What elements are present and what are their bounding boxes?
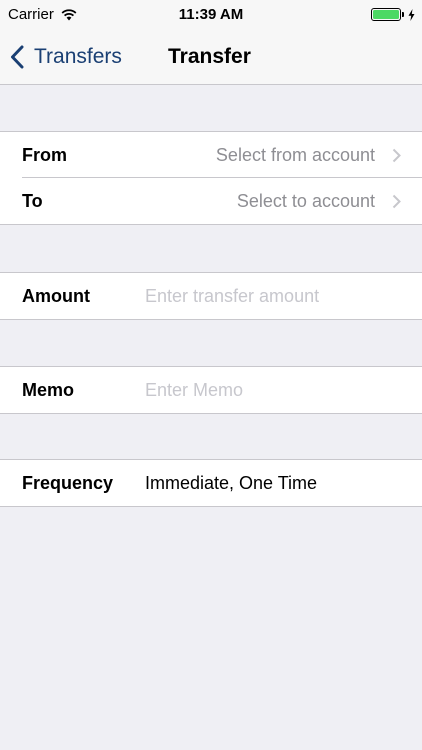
battery-icon bbox=[371, 8, 401, 21]
disclosure-chevron-icon bbox=[392, 148, 401, 162]
back-chevron-icon bbox=[11, 45, 24, 69]
amount-label: Amount bbox=[22, 285, 90, 306]
back-button[interactable]: Transfers bbox=[10, 30, 122, 84]
disclosure-chevron-icon bbox=[392, 194, 401, 208]
navigation-bar: Transfers Transfer bbox=[0, 30, 422, 85]
from-account-value: Select from account bbox=[215, 144, 375, 165]
memo-input[interactable] bbox=[145, 379, 402, 401]
from-account-row[interactable]: From Select from account bbox=[0, 132, 422, 178]
page-title: Transfer bbox=[168, 45, 251, 68]
memo-row: Memo bbox=[0, 367, 422, 413]
frequency-section: Frequency Immediate, One Time bbox=[0, 459, 422, 507]
memo-label: Memo bbox=[22, 379, 75, 400]
amount-input[interactable] bbox=[145, 285, 402, 307]
amount-row: Amount bbox=[0, 273, 422, 319]
frequency-value: Immediate, One Time bbox=[145, 472, 318, 493]
to-label: To bbox=[22, 190, 43, 211]
amount-section: Amount bbox=[0, 272, 422, 320]
charging-bolt-icon bbox=[408, 8, 415, 21]
back-button-label: Transfers bbox=[34, 45, 122, 68]
accounts-section: From Select from account To Select to ac… bbox=[0, 131, 422, 225]
memo-section: Memo bbox=[0, 366, 422, 414]
from-label: From bbox=[22, 144, 67, 165]
to-account-row[interactable]: To Select to account bbox=[0, 178, 422, 224]
status-time: 11:39 AM bbox=[178, 6, 244, 23]
frequency-row[interactable]: Frequency Immediate, One Time bbox=[0, 460, 422, 506]
status-bar: Carrier 11:39 AM bbox=[0, 0, 422, 30]
battery-level-fill bbox=[373, 10, 399, 19]
battery-indicator bbox=[371, 8, 415, 21]
battery-tip bbox=[402, 12, 404, 17]
frequency-label: Frequency bbox=[22, 472, 114, 493]
to-account-value: Select to account bbox=[236, 190, 375, 211]
